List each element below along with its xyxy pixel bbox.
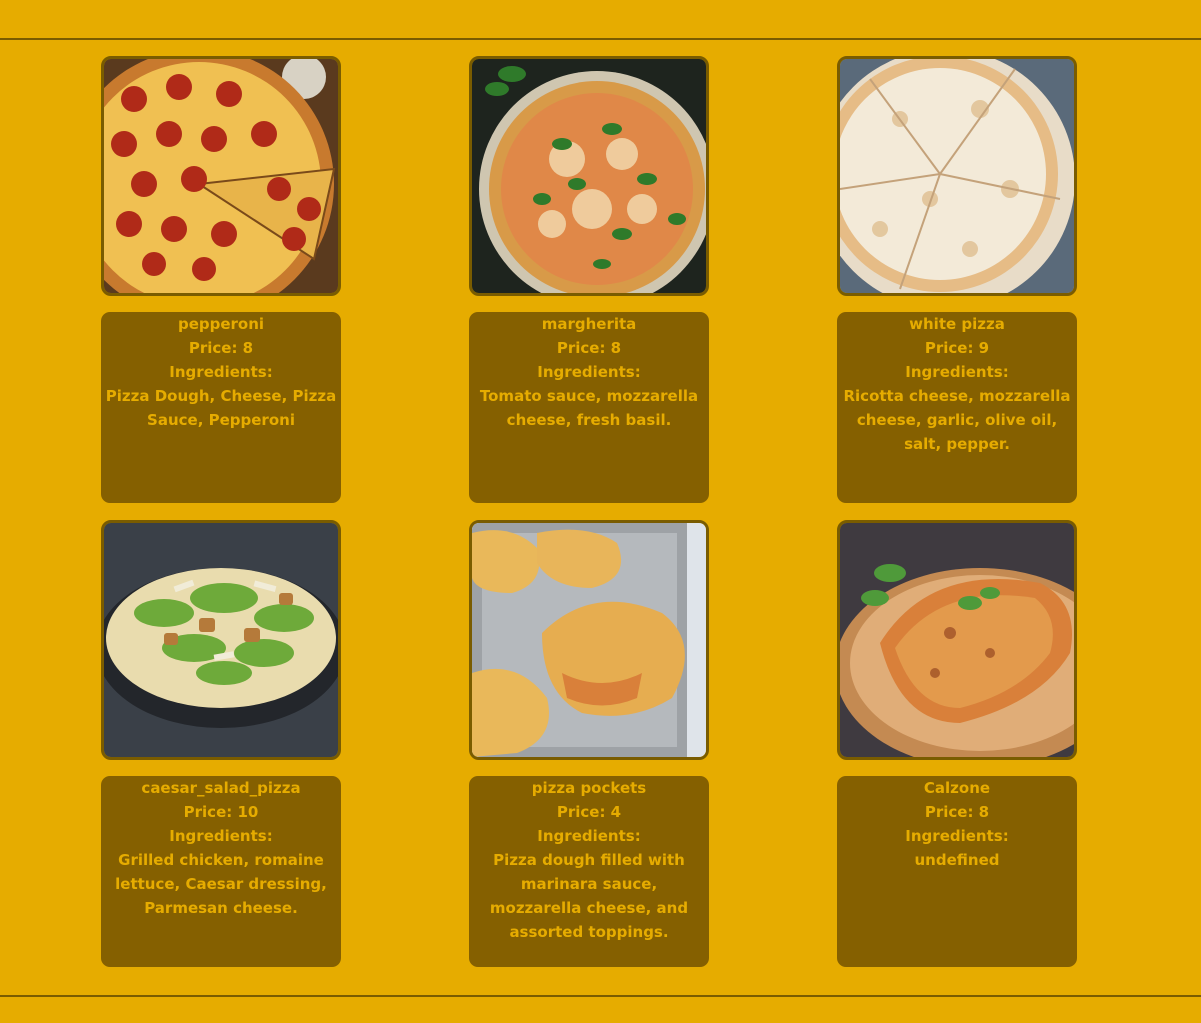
ingredients-label: Ingredients: <box>537 363 641 381</box>
pizza-menu-page: pepperoni Price: 8 Ingredients: Pizza Do… <box>0 0 1201 1023</box>
pizza-price: Price: 4 <box>556 803 622 821</box>
pizza-info-pizza-pockets: pizza pockets Price: 4 Ingredients: Pizz… <box>469 776 709 967</box>
ingredients-label: Ingredients: <box>537 827 641 845</box>
pizza-ingredients: Pizza dough filled with marinara sauce, … <box>489 851 689 941</box>
ingredients-label: Ingredients: <box>905 827 1009 845</box>
calzone-photo[interactable] <box>837 520 1077 760</box>
pizza-info-margherita: margherita Price: 8 Ingredients: Tomato … <box>469 312 709 503</box>
pizza-info-pepperoni: pepperoni Price: 8 Ingredients: Pizza Do… <box>101 312 341 503</box>
caesar-salad-pizza-photo[interactable] <box>101 520 341 760</box>
pizza-ingredients: Pizza Dough, Cheese, Pizza Sauce, Pepper… <box>105 387 337 429</box>
pizza-ingredients: Ricotta cheese, mozzarella cheese, garli… <box>843 387 1071 453</box>
pizza-price: Price: 8 <box>924 803 990 821</box>
white-pizza-photo[interactable] <box>837 56 1077 296</box>
bottom-divider <box>0 995 1201 997</box>
pizza-price: Price: 8 <box>188 339 254 357</box>
ingredients-label: Ingredients: <box>169 827 273 845</box>
pizza-price: Price: 8 <box>556 339 622 357</box>
top-divider <box>0 38 1201 40</box>
pizza-name: caesar_salad_pizza <box>141 779 301 797</box>
ingredients-label: Ingredients: <box>905 363 1009 381</box>
pizza-info-white-pizza: white pizza Price: 9 Ingredients: Ricott… <box>837 312 1077 503</box>
pizza-ingredients: Tomato sauce, mozzarella cheese, fresh b… <box>479 387 699 429</box>
margherita-pizza-photo[interactable] <box>469 56 709 296</box>
pizza-pockets-photo[interactable] <box>469 520 709 760</box>
pizza-name: pepperoni <box>177 315 265 333</box>
pizza-name: white pizza <box>909 315 1005 333</box>
pizza-ingredients: undefined <box>914 851 1000 869</box>
pizza-name: Calzone <box>923 779 991 797</box>
ingredients-label: Ingredients: <box>169 363 273 381</box>
pepperoni-pizza-photo[interactable] <box>101 56 341 296</box>
pizza-price: Price: 10 <box>183 803 259 821</box>
pizza-price: Price: 9 <box>924 339 990 357</box>
pizza-name: pizza pockets <box>531 779 647 797</box>
pizza-name: margherita <box>541 315 637 333</box>
pizza-info-calzone: Calzone Price: 8 Ingredients: undefined <box>837 776 1077 967</box>
pizza-info-caesar-salad-pizza: caesar_salad_pizza Price: 10 Ingredients… <box>101 776 341 967</box>
pizza-ingredients: Grilled chicken, romaine lettuce, Caesar… <box>115 851 327 917</box>
